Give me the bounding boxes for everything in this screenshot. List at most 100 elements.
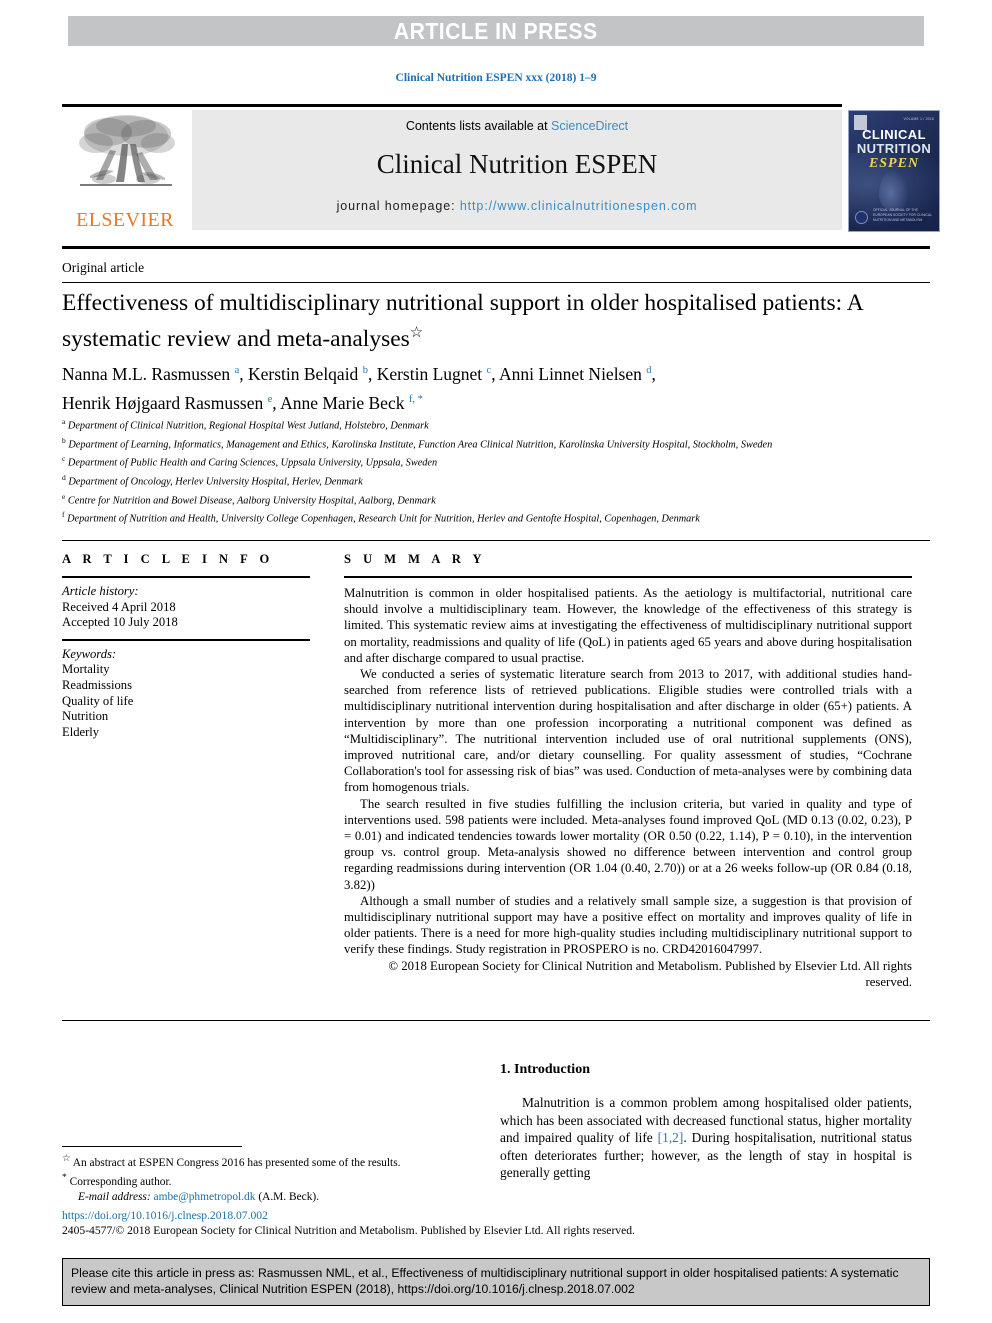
cover-title-line1: CLINICAL [862,127,926,142]
author-affil-mark: c [486,365,492,376]
footnote-star-marker: ☆ [62,1154,71,1164]
contents-lists-line: Contents lists available at ScienceDirec… [406,119,628,133]
article-type-rule [62,282,930,283]
journal-cover-thumbnail: VOLUME 1 / 2018 CLINICAL NUTRITION ESPEN… [848,110,940,232]
footnote-star-text: An abstract at ESPEN Congress 2016 has p… [72,1156,401,1169]
elsevier-wordmark: ELSEVIER [76,209,174,231]
article-head-top-rule [62,246,930,249]
introduction-paragraph: Malnutrition is a common problem among h… [500,1094,912,1182]
journal-masthead: ELSEVIER Contents lists available at Sci… [62,104,940,234]
affiliation-list: a Department of Clinical Nutrition, Regi… [62,415,907,527]
article-in-press-label: ARTICLE IN PRESS [394,17,598,44]
abstract-paragraph: The search resulted in five studies fulf… [344,796,912,892]
elsevier-tree-icon [79,115,175,186]
sciencedirect-link[interactable]: ScienceDirect [551,119,628,133]
affiliation-item: d Department of Oncology, Herlev Univers… [62,471,907,490]
affiliation-text: Department of Clinical Nutrition, Region… [67,420,429,432]
paper-title: Effectiveness of multidisciplinary nutri… [62,288,892,354]
keyword-item: Nutrition [62,709,109,724]
affiliation-text: Centre for Nutrition and Bowel Disease, … [67,494,436,506]
affiliation-text: Department of Public Health and Caring S… [67,457,438,469]
affiliation-item: b Department of Learning, Informatics, M… [62,434,907,453]
article-history-block: Article history: Received 4 April 2018 A… [62,578,310,639]
article-in-press-banner: ARTICLE IN PRESS [68,16,924,46]
author-affil-mark: d [646,365,652,376]
abstract-paragraph: We conducted a series of systematic lite… [344,667,912,795]
cover-title: CLINICAL NUTRITION ESPEN [849,128,939,171]
abstract-copyright: © 2018 European Society for Clinical Nut… [388,958,912,989]
summary-column: S U M M A R Y Malnutrition is common in … [344,552,912,990]
article-received-date: Received 4 April 2018 [62,599,176,614]
abstract-bottom-rule [62,1020,930,1021]
email-label: E-mail address: [78,1191,151,1203]
abstract-paragraph: Although a small number of studies and a… [344,893,912,957]
article-info-heading: A R T I C L E I N F O [62,552,274,566]
author-name: Henrik Højgaard Rasmussen [62,392,264,413]
affiliation-mark: d [62,472,66,482]
cite-this-article-text: Please cite this article in press as: Ra… [71,1266,899,1297]
affiliation-item: c Department of Public Health and Caring… [62,452,907,471]
doi-block: https://doi.org/10.1016/j.clnesp.2018.07… [62,1208,762,1239]
journal-homepage-link[interactable]: http://www.clinicalnutritionespen.com [460,199,698,213]
journal-homepage-line: journal homepage: http://www.clinicalnut… [337,199,698,213]
footnote-corr-marker: * [62,1173,67,1183]
introduction-heading: 1. Introduction [500,1062,590,1077]
author-affil-mark: e [267,393,273,405]
author-affil-mark: b [362,365,368,376]
author-list: Nanna M.L. Rasmussen a, Kerstin Belqaid … [62,363,656,413]
keyword-item: Mortality [62,662,110,677]
masthead-top-rule [62,104,842,107]
keywords-label: Keywords: [62,646,117,661]
author-name: Anne Marie Beck [280,392,405,413]
paper-title-text: Effectiveness of multidisciplinary nutri… [62,290,863,352]
journal-title: Clinical Nutrition ESPEN [376,149,658,179]
abstract-paragraph: Malnutrition is common in older hospital… [344,586,912,665]
keyword-item: Elderly [62,724,100,739]
cover-title-line2: NUTRITION [856,141,932,156]
footnotes-block: ☆ An abstract at ESPEN Congress 2016 has… [62,1152,492,1205]
summary-heading: S U M M A R Y [344,552,487,566]
article-history-label: Article history: [62,584,139,598]
affiliation-text: Department of Nutrition and Health, Univ… [67,513,700,525]
affiliation-mark: c [62,454,66,464]
article-accepted-date: Accepted 10 July 2018 [62,615,178,630]
cover-volume-label: VOLUME 1 / 2018 [903,117,934,121]
masthead-info-box: Contents lists available at ScienceDirec… [192,110,842,230]
footnote-corr-text: Corresponding author. [69,1175,172,1188]
footnote-separator-rule [62,1146,242,1147]
citation-link-1-2[interactable]: [1,2] [658,1130,684,1145]
affiliation-mark: a [62,417,66,426]
doi-link[interactable]: https://doi.org/10.1016/j.clnesp.2018.07… [62,1209,268,1222]
affiliation-item: f Department of Nutrition and Health, Un… [62,508,907,527]
affiliation-text: Department of Oncology, Herlev Universit… [68,476,363,488]
author-affil-mark: f, * [408,393,423,405]
affiliation-item: a Department of Clinical Nutrition, Regi… [62,415,907,434]
cite-this-article-box: Please cite this article in press as: Ra… [62,1258,930,1306]
author-name: Nanna M.L. Rasmussen [62,363,231,384]
affiliation-item: e Centre for Nutrition and Bowel Disease… [62,490,907,509]
email-link[interactable]: ambe@phmetropol.dk [154,1191,256,1203]
cover-society-footer: OFFICIAL JOURNAL OF THE EUROPEAN SOCIETY… [873,208,932,222]
cover-title-espen: ESPEN [868,156,920,171]
info-summary-top-rule [62,540,930,541]
contents-prefix: Contents lists available at [405,119,552,133]
keywords-block: Keywords: Mortality Readmissions Quality… [62,641,310,741]
doi-line: https://doi.org/10.1016/j.clnesp.2018.07… [62,1208,762,1223]
author-name: Anni Linnet Nielsen [499,363,642,384]
article-info-column: A R T I C L E I N F O Article history: R… [62,552,310,740]
footnote-corresponding: * Corresponding author. [62,1171,492,1190]
author-name: Kerstin Lugnet [376,363,483,384]
footnote-email-line: E-mail address: ambe@phmetropol.dk (A.M.… [62,1190,492,1205]
homepage-prefix: journal homepage: [336,199,460,213]
affiliation-text: Department of Learning, Informatics, Man… [68,439,773,451]
introduction-section: 1. Introduction Malnutrition is a common… [500,1062,912,1182]
affiliation-mark: e [62,491,66,501]
email-attribution: (A.M. Beck). [258,1191,320,1203]
author-affil-mark: a [234,365,240,376]
cover-eu-emblem-icon [855,211,868,224]
abstract-body: Malnutrition is common in older hospital… [344,578,912,990]
issn-copyright-line: 2405-4577/© 2018 European Society for Cl… [62,1224,635,1238]
article-type-label: Original article [62,260,145,275]
keyword-item: Readmissions [62,677,132,692]
running-head: Clinical Nutrition ESPEN xxx (2018) 1–9 [395,72,597,84]
